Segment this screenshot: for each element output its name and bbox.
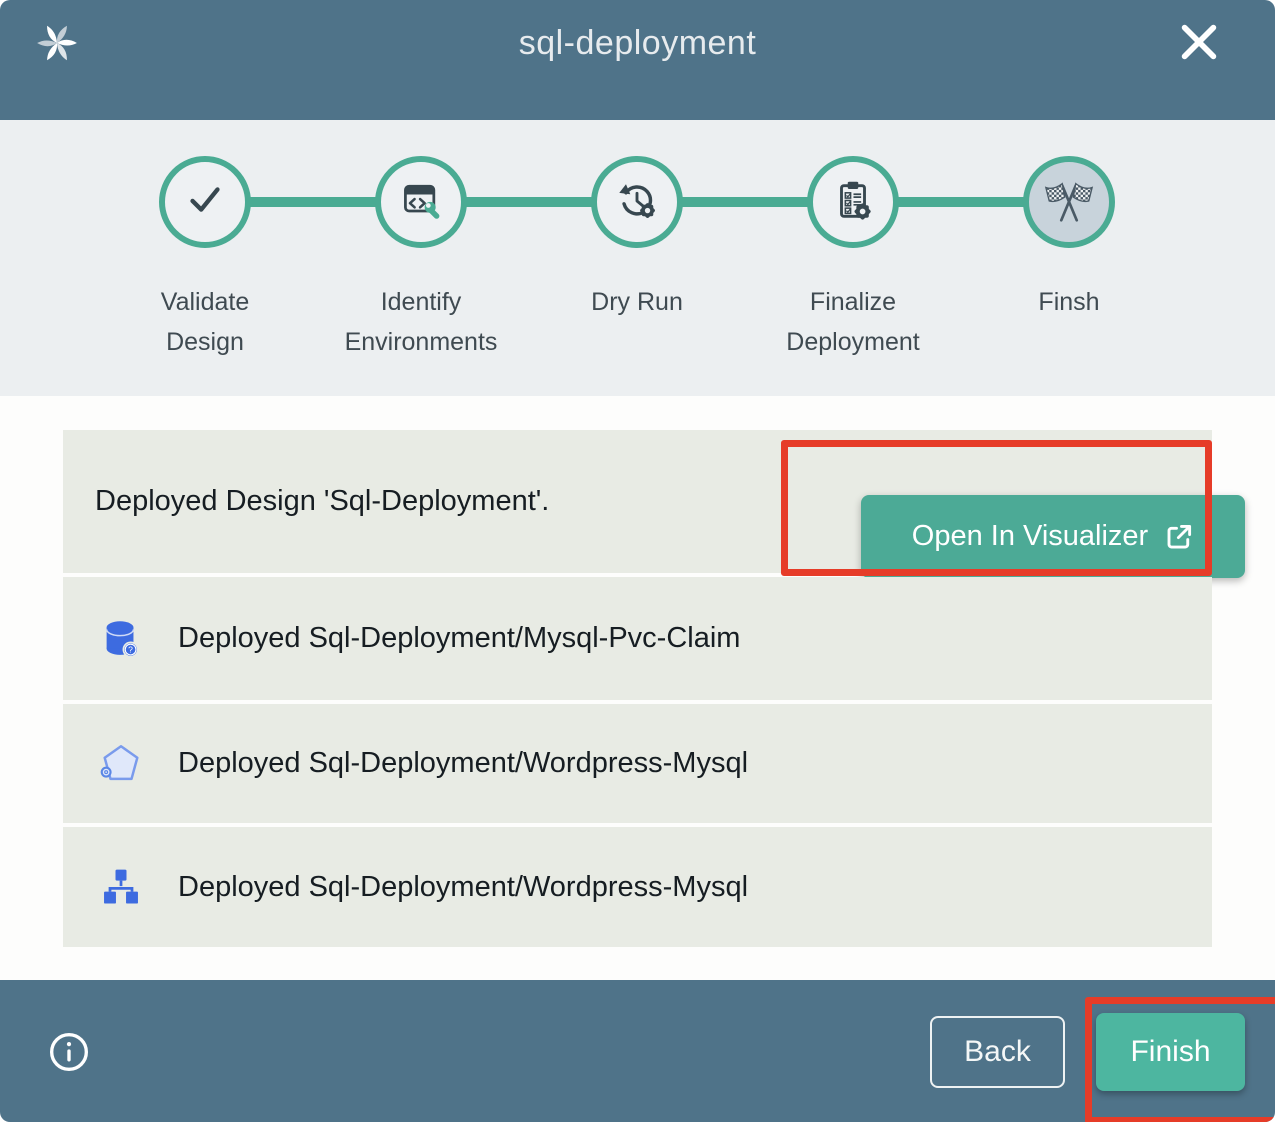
close-icon[interactable]	[1175, 18, 1223, 66]
summary-text: Deployed Design 'Sql-Deployment'.	[95, 485, 549, 518]
info-icon[interactable]	[48, 1031, 90, 1073]
deployed-resource-row: Deployed Sql-Deployment/Wordpress-Mysql	[63, 827, 1212, 947]
deployed-resource-text: Deployed Sql-Deployment/Mysql-Pvc-Claim	[178, 622, 740, 655]
step-finish: Finsh	[979, 120, 1159, 322]
step-circle-dry-run	[591, 156, 683, 248]
finish-button[interactable]: Finish	[1096, 1013, 1245, 1091]
step-circle-finalize	[807, 156, 899, 248]
step-label: Validate Design	[115, 282, 295, 362]
hierarchy-icon	[98, 864, 144, 910]
modal-title: sql-deployment	[0, 0, 1275, 120]
deployed-resource-text: Deployed Sql-Deployment/Wordpress-Mysql	[178, 747, 748, 780]
summary-row: Deployed Design 'Sql-Deployment'. Open I…	[63, 430, 1212, 573]
back-button[interactable]: Back	[930, 1016, 1065, 1088]
modal-header: sql-deployment	[0, 0, 1275, 120]
pod-pentagon-icon	[98, 741, 144, 787]
step-label: Identify Environments	[331, 282, 511, 362]
step-label: Finsh	[979, 282, 1159, 322]
deployment-modal: sql-deployment Validate Design	[0, 0, 1275, 1122]
step-circle-identify	[375, 156, 467, 248]
step-dry-run: Dry Run	[547, 120, 727, 322]
step-finalize-deployment: Finalize Deployment	[763, 120, 943, 362]
step-label: Finalize Deployment	[763, 282, 943, 362]
step-circle-finish	[1023, 156, 1115, 248]
database-icon: ?	[98, 616, 144, 662]
step-identify-environments: Identify Environments	[331, 120, 511, 362]
deployment-stepper: Validate Design	[0, 120, 1275, 396]
checkered-flags-icon	[1042, 173, 1096, 232]
checklist-gear-icon	[830, 177, 876, 228]
check-icon	[182, 177, 228, 228]
deployed-resource-row: Deployed Sql-Deployment/Wordpress-Mysql	[63, 704, 1212, 823]
step-label: Dry Run	[547, 282, 727, 322]
step-validate-design: Validate Design	[115, 120, 295, 362]
svg-text:?: ?	[128, 644, 133, 654]
external-link-icon	[1164, 522, 1194, 552]
code-tools-icon	[399, 178, 443, 227]
step-circle-validate	[159, 156, 251, 248]
deployment-results: Deployed Design 'Sql-Deployment'. Open I…	[0, 396, 1275, 980]
modal-footer: Back Finish	[0, 980, 1275, 1122]
open-in-visualizer-button[interactable]: Open In Visualizer	[861, 495, 1245, 578]
deployed-resource-row: ? Deployed Sql-Deployment/Mysql-Pvc-Clai…	[63, 577, 1212, 700]
deployed-resource-text: Deployed Sql-Deployment/Wordpress-Mysql	[178, 871, 748, 904]
history-gear-icon	[614, 177, 660, 228]
